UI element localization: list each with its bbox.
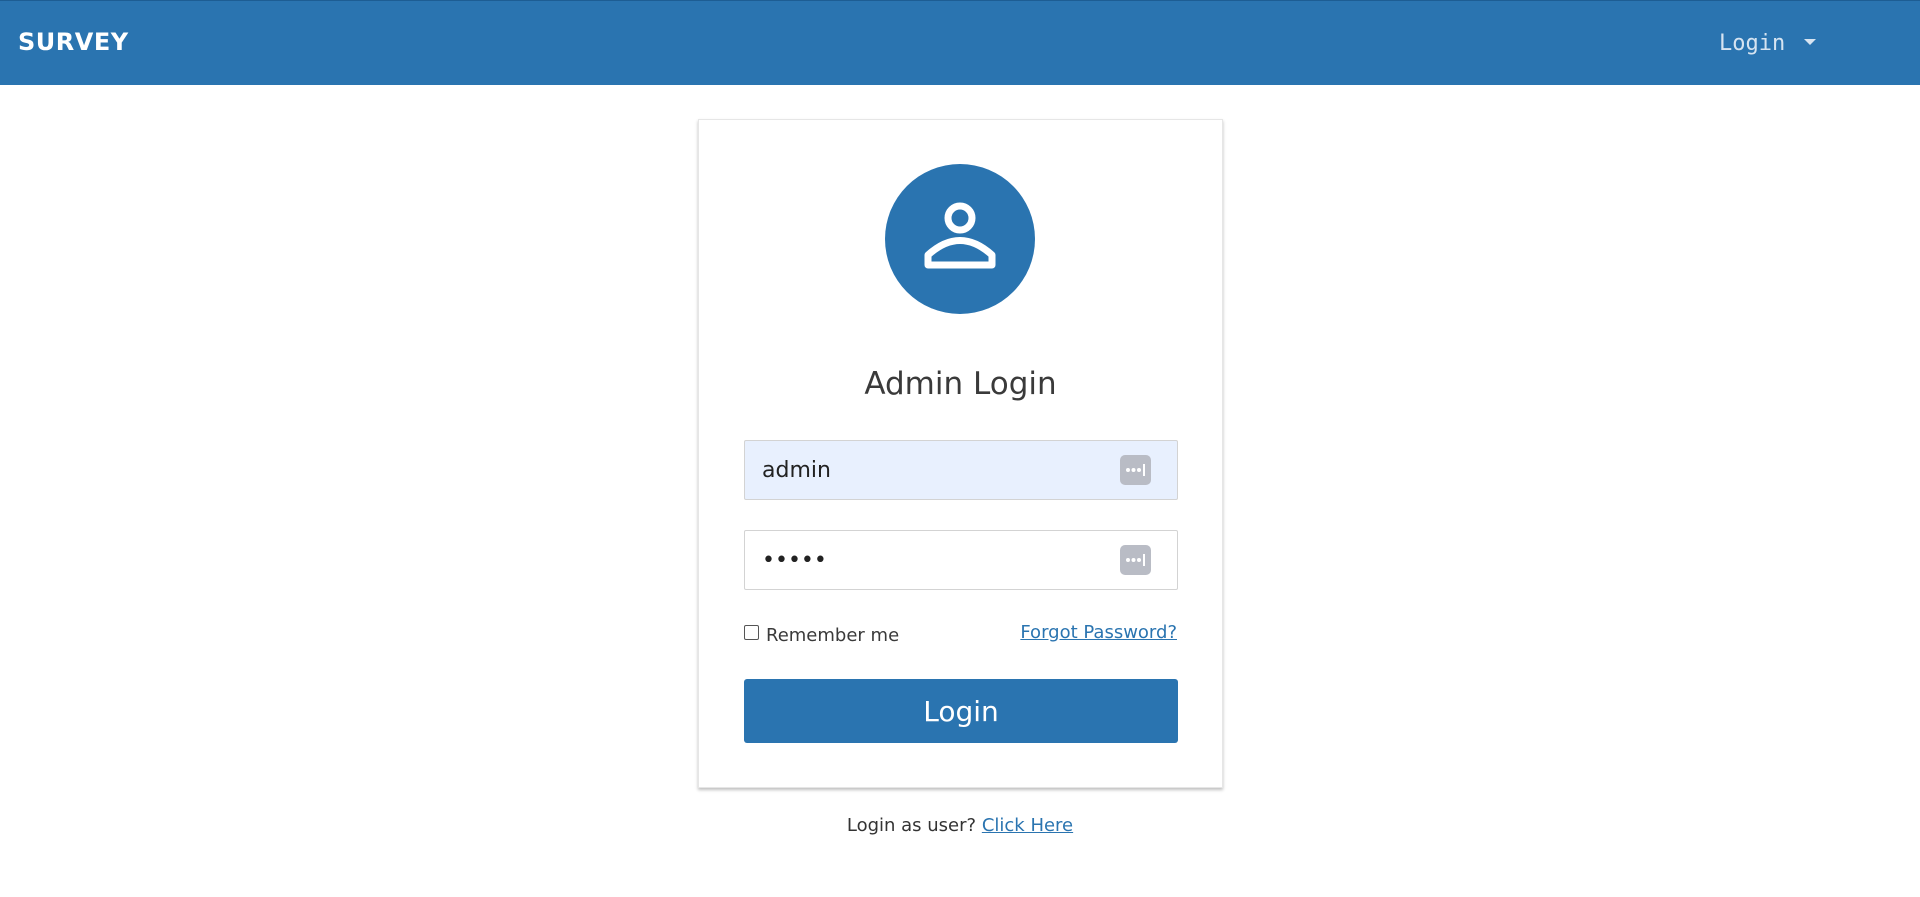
password-field-wrapper	[744, 530, 1178, 590]
login-card: Admin Login Remember me Forgot Passwo	[698, 119, 1223, 788]
login-button[interactable]: Login	[744, 679, 1178, 743]
password-input[interactable]	[745, 531, 1122, 589]
remember-me-label[interactable]: Remember me	[766, 625, 899, 646]
user-login-prompt: Login as user? Click Here	[0, 814, 1920, 838]
forgot-password-link[interactable]: Forgot Password?	[1020, 622, 1177, 643]
user-icon	[885, 164, 1035, 314]
remember-me-checkbox[interactable]	[744, 624, 759, 640]
login-dropdown-toggle[interactable]: Login	[1719, 29, 1785, 59]
brand-logo[interactable]: SURVEY	[18, 27, 129, 57]
password-manager-icon[interactable]	[1120, 455, 1151, 485]
username-field-wrapper	[744, 440, 1178, 500]
password-manager-icon[interactable]	[1120, 545, 1151, 575]
user-login-link[interactable]: Click Here	[982, 815, 1073, 836]
page-title: Admin Login	[864, 366, 1057, 402]
username-input[interactable]	[745, 441, 1122, 499]
remember-me-row: Remember me	[744, 623, 899, 647]
caret-down-icon[interactable]	[1804, 39, 1816, 45]
top-navbar: SURVEY Login	[0, 0, 1920, 85]
user-login-text: Login as user?	[846, 815, 977, 836]
